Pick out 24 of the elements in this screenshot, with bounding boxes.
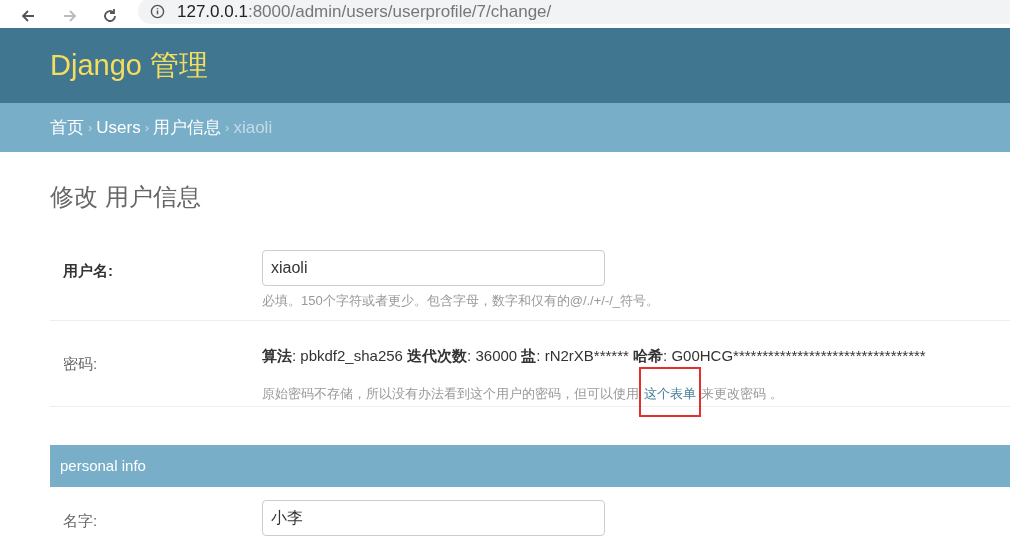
breadcrumb-link[interactable]: 首页	[50, 114, 84, 141]
back-icon[interactable]	[20, 8, 36, 24]
breadcrumb-link[interactable]: 用户信息	[153, 114, 222, 141]
change-password-link[interactable]: 这个表单	[644, 385, 696, 401]
help-text: 原始密码不存储，所以没有办法看到这个用户的密码，但可以使用 这个表单 来更改密码 。	[262, 383, 926, 403]
text-field[interactable]: xiaoli	[262, 250, 605, 286]
reload-icon[interactable]	[102, 8, 118, 24]
url-text: 127.0.0.1:8000/admin/users/userprofile/7/change/	[177, 2, 552, 20]
info-icon[interactable]	[150, 3, 165, 19]
breadcrumb-link[interactable]: Users	[96, 114, 141, 141]
field-label: 名字:	[62, 511, 99, 531]
breadcrumb-separator: ›	[144, 118, 150, 137]
site-title[interactable]: Django 管理	[50, 43, 208, 88]
password-hash-summary: 算法: pbkdf2_sha256 迭代次数: 36000 盐: rN2rXB****** 哈希: G00HCG*********************************	[262, 346, 926, 366]
field-label: 用户名:	[62, 261, 114, 281]
highlight-box	[639, 366, 701, 417]
breadcrumb-separator: ›	[88, 118, 93, 137]
field-label: 密码:	[62, 354, 99, 374]
help-text: 必填。150个字符或者更少。包含字母，数字和仅有的@/./+/-/_符号。	[262, 292, 660, 310]
page-title: 修改 用户信息	[50, 182, 202, 212]
breadcrumb-separator: ›	[225, 118, 230, 137]
text-field[interactable]: 小李	[262, 500, 605, 536]
address-bar[interactable]: 127.0.0.1:8000/admin/users/userprofile/7/change/	[138, 0, 1010, 24]
fieldset-title: personal info	[60, 455, 146, 476]
